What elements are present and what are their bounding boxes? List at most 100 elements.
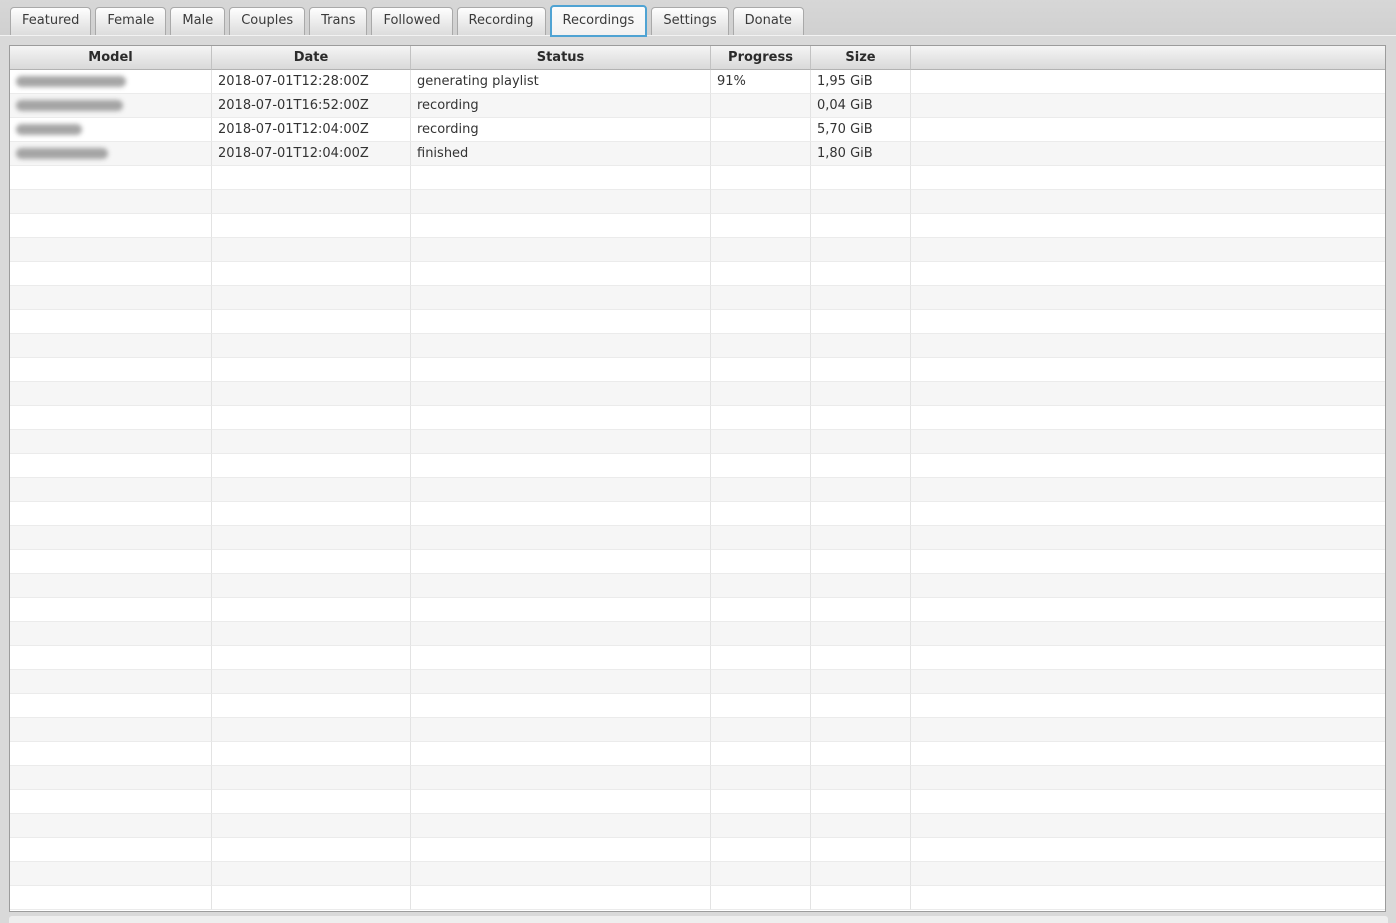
table-row-empty [10,286,1385,310]
cell-status [411,574,711,598]
cell-date [212,886,411,910]
table-row-empty [10,790,1385,814]
cell-date [212,478,411,502]
cell-status: finished [411,142,711,166]
cell-status [411,886,711,910]
cell-date [212,550,411,574]
cell-progress [711,142,811,166]
table-row-empty [10,550,1385,574]
tab-recordings[interactable]: Recordings [549,5,648,37]
cell-date [212,454,411,478]
cell-status [411,334,711,358]
cell-model [10,406,212,430]
cell-progress [711,238,811,262]
cell-filler [911,310,1385,334]
tab-male[interactable]: Male [170,7,226,35]
tab-recording[interactable]: Recording [456,7,546,35]
table-row-empty [10,646,1385,670]
cell-status [411,694,711,718]
table-row-empty [10,598,1385,622]
table-row-empty [10,502,1385,526]
tab-followed[interactable]: Followed [371,7,453,35]
cell-model [10,550,212,574]
cell-filler [911,574,1385,598]
cell-progress [711,334,811,358]
cell-filler [911,862,1385,886]
table-row[interactable]: 2018-07-01T12:04:00Z finished 1,80 GiB [10,142,1385,166]
cell-model [10,766,212,790]
cell-status [411,454,711,478]
cell-size [811,694,911,718]
cell-size [811,718,911,742]
cell-date [212,502,411,526]
table-row-empty [10,622,1385,646]
cell-filler [911,550,1385,574]
tab-couples[interactable]: Couples [229,7,306,35]
cell-size [811,166,911,190]
cell-model [10,214,212,238]
cell-model [10,286,212,310]
cell-model [10,262,212,286]
tab-donate[interactable]: Donate [732,7,804,35]
cell-size [811,526,911,550]
cell-size [811,598,911,622]
cell-filler [911,118,1385,142]
cell-filler [911,598,1385,622]
cell-status [411,286,711,310]
cell-progress [711,526,811,550]
table-row-empty [10,166,1385,190]
column-header-date[interactable]: Date [212,46,411,70]
column-header-filler[interactable] [911,46,1385,70]
table-row-empty [10,454,1385,478]
cell-progress [711,766,811,790]
cell-model [10,622,212,646]
column-header-progress[interactable]: Progress [711,46,811,70]
cell-progress [711,502,811,526]
cell-size [811,454,911,478]
cell-progress [711,742,811,766]
cell-filler [911,358,1385,382]
table-row-empty [10,430,1385,454]
cell-size [811,238,911,262]
cell-size [811,622,911,646]
tab-female[interactable]: Female [95,7,167,35]
cell-progress [711,550,811,574]
cell-size [811,550,911,574]
cell-date [212,430,411,454]
cell-date [212,214,411,238]
table-row[interactable]: 2018-07-01T16:52:00Z recording 0,04 GiB [10,94,1385,118]
cell-status [411,214,711,238]
cell-size [811,670,911,694]
cell-progress [711,430,811,454]
cell-status [411,838,711,862]
tab-trans[interactable]: Trans [309,7,368,35]
table-row-empty [10,478,1385,502]
cell-size [811,262,911,286]
cell-status [411,862,711,886]
tab-featured[interactable]: Featured [10,7,92,35]
cell-size [811,478,911,502]
cell-model [10,646,212,670]
horizontal-scrollbar[interactable] [9,916,1388,923]
table-row[interactable]: 2018-07-01T12:04:00Z recording 5,70 GiB [10,118,1385,142]
cell-size: 5,70 GiB [811,118,911,142]
cell-filler [911,262,1385,286]
tab-settings[interactable]: Settings [651,7,729,35]
cell-progress [711,862,811,886]
column-header-status[interactable]: Status [411,46,711,70]
table-row-empty [10,670,1385,694]
table-row[interactable]: 2018-07-01T12:28:00Z generating playlist 9… [10,70,1385,94]
cell-progress [711,718,811,742]
table-row-empty [10,382,1385,406]
cell-filler [911,838,1385,862]
cell-progress [711,190,811,214]
column-header-model[interactable]: Model [10,46,212,70]
cell-progress [711,358,811,382]
cell-progress [711,598,811,622]
cell-filler [911,382,1385,406]
cell-date [212,358,411,382]
cell-model [10,718,212,742]
column-header-size[interactable]: Size [811,46,911,70]
cell-status [411,766,711,790]
cell-status [411,358,711,382]
